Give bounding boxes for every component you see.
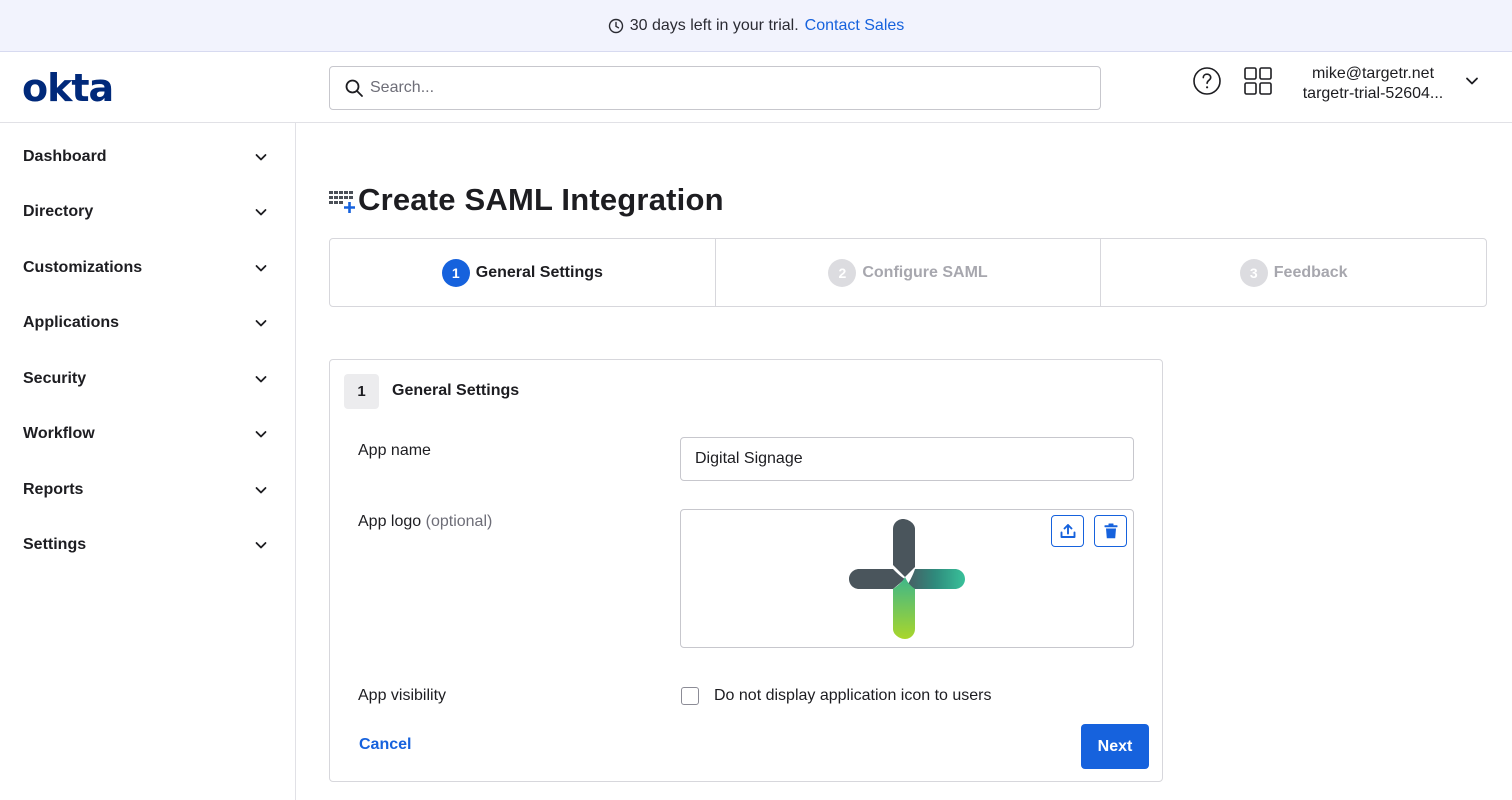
search-icon bbox=[345, 79, 363, 97]
sidebar-item-customizations[interactable]: Customizations bbox=[0, 240, 295, 296]
cancel-button[interactable]: Cancel bbox=[359, 736, 411, 754]
step-general-settings: 1 General Settings bbox=[330, 239, 715, 306]
app-add-icon bbox=[329, 191, 355, 213]
sidebar-item-label: Dashboard bbox=[23, 148, 107, 165]
chevron-down-icon bbox=[255, 376, 267, 383]
chevron-down-icon bbox=[255, 487, 267, 494]
hide-app-icon-label[interactable]: Do not display application icon to users bbox=[714, 687, 992, 705]
contact-sales-link[interactable]: Contact Sales bbox=[805, 17, 905, 35]
step-number: 2 bbox=[828, 258, 857, 287]
sidebar-item-dashboard[interactable]: Dashboard bbox=[0, 129, 295, 185]
sidebar-item-label: Workflow bbox=[23, 425, 95, 442]
sidebar-item-security[interactable]: Security bbox=[0, 351, 295, 407]
sidebar-nav: Dashboard Directory Customizations Appli… bbox=[0, 123, 296, 800]
trial-message: 30 days left in your trial. bbox=[629, 16, 799, 34]
step-label: Configure SAML bbox=[862, 263, 988, 281]
wizard-stepper: 1 General Settings 2 Configure SAML 3 Fe… bbox=[329, 238, 1487, 307]
section-number-badge: 1 bbox=[344, 374, 379, 409]
sidebar-item-reports[interactable]: Reports bbox=[0, 462, 295, 518]
user-org: targetr-trial-52604... bbox=[1302, 85, 1444, 102]
sidebar-item-workflow[interactable]: Workflow bbox=[0, 406, 295, 462]
section-title: General Settings bbox=[392, 382, 520, 399]
app-name-input[interactable] bbox=[680, 437, 1134, 481]
app-logo-label-text: App logo bbox=[358, 513, 422, 530]
optional-hint: (optional) bbox=[425, 513, 493, 530]
app-name-label: App name bbox=[358, 442, 431, 459]
help-circle-icon[interactable] bbox=[1192, 66, 1222, 96]
user-email: mike@targetr.net bbox=[1311, 65, 1435, 82]
app-logo-preview bbox=[680, 509, 1134, 648]
sidebar-item-label: Reports bbox=[23, 481, 84, 498]
sidebar-item-directory[interactable]: Directory bbox=[0, 184, 295, 240]
upload-logo-button[interactable] bbox=[1051, 515, 1084, 547]
step-label: General Settings bbox=[475, 263, 603, 281]
chevron-down-icon bbox=[255, 154, 267, 161]
sidebar-item-settings[interactable]: Settings bbox=[0, 517, 295, 573]
sidebar-item-label: Applications bbox=[23, 314, 120, 331]
delete-logo-button[interactable] bbox=[1094, 515, 1127, 547]
top-header: okta mike@targetr.net targetr-trial-5260… bbox=[0, 52, 1512, 123]
search-input[interactable] bbox=[370, 79, 1070, 97]
search-box[interactable] bbox=[329, 66, 1101, 110]
page-header: Create SAML Integration bbox=[328, 180, 724, 220]
app-visibility-label: App visibility bbox=[358, 687, 447, 704]
page-title: Create SAML Integration bbox=[358, 182, 724, 217]
chevron-down-icon bbox=[255, 265, 267, 272]
chevron-down-icon bbox=[255, 320, 267, 327]
clock-icon bbox=[608, 18, 623, 33]
chevron-down-icon bbox=[255, 431, 267, 438]
hide-app-icon-checkbox[interactable] bbox=[681, 687, 699, 705]
user-menu[interactable]: mike@targetr.net targetr-trial-52604... bbox=[1290, 64, 1456, 104]
chevron-down-icon[interactable] bbox=[1463, 72, 1481, 90]
sidebar-item-label: Directory bbox=[23, 203, 94, 220]
trash-icon bbox=[1104, 523, 1117, 539]
sidebar-item-label: Security bbox=[23, 370, 87, 387]
sidebar-item-label: Customizations bbox=[23, 259, 143, 276]
step-number: 3 bbox=[1239, 258, 1268, 287]
app-logo-label: App logo (optional) bbox=[358, 513, 492, 531]
app-logo-image bbox=[849, 519, 965, 639]
chevron-down-icon bbox=[255, 209, 267, 216]
sidebar-item-label: Settings bbox=[23, 536, 87, 553]
next-button[interactable]: Next bbox=[1081, 724, 1149, 769]
app-grid-icon[interactable] bbox=[1243, 66, 1273, 96]
upload-icon bbox=[1060, 524, 1075, 538]
step-number: 1 bbox=[441, 258, 470, 287]
general-settings-card: 1 General Settings App name App logo (op… bbox=[329, 359, 1163, 782]
trial-banner: 30 days left in your trial. Contact Sale… bbox=[0, 0, 1512, 52]
step-configure-saml: 2 Configure SAML bbox=[714, 239, 1101, 306]
okta-logo[interactable]: okta bbox=[22, 68, 114, 108]
chevron-down-icon bbox=[255, 542, 267, 549]
step-feedback: 3 Feedback bbox=[1100, 239, 1486, 306]
sidebar-item-applications[interactable]: Applications bbox=[0, 295, 295, 351]
step-label: Feedback bbox=[1273, 263, 1348, 281]
